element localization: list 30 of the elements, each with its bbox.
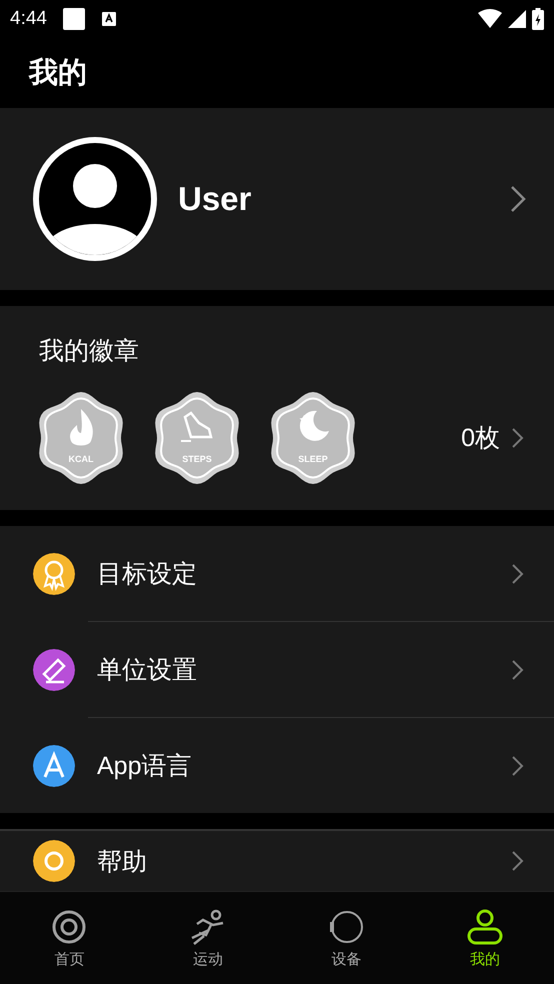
menu-label: 帮助	[97, 846, 148, 878]
home-icon	[50, 908, 88, 946]
tab[interactable]: 运动	[138, 892, 277, 984]
avatar-icon	[32, 136, 158, 262]
keyboard-notification-icon	[100, 11, 117, 27]
menu-item[interactable]: 单位设置	[88, 621, 554, 717]
notification-icon	[62, 8, 85, 30]
tab[interactable]: 设备	[277, 892, 416, 984]
menu-label: 目标设定	[97, 559, 198, 590]
menu-item[interactable]: 帮助	[0, 831, 554, 891]
battery-icon	[532, 8, 544, 30]
tab[interactable]: 我的	[416, 892, 554, 984]
me-icon	[466, 908, 504, 946]
menu-label: App语言	[97, 751, 192, 782]
menu-label: 单位设置	[97, 655, 198, 686]
profile-card[interactable]: User	[0, 108, 554, 290]
chevron-icon	[510, 184, 526, 213]
wifi-icon	[478, 9, 502, 29]
menu-item[interactable]: 目标设定	[0, 526, 554, 621]
section-title: 我的徽章	[39, 334, 140, 367]
tab[interactable]: 首页	[0, 892, 138, 984]
user-name: User	[178, 180, 252, 218]
badge-count-link[interactable]: 0枚	[461, 421, 526, 454]
badge-label: STEPS	[182, 454, 212, 464]
page-title: 我的	[29, 54, 87, 91]
badge-label: SLEEP	[298, 454, 328, 464]
badge-label: KCAL	[68, 454, 94, 464]
status-time: 4:44	[10, 8, 47, 30]
signal-icon	[508, 10, 526, 28]
menu-item[interactable]: App语言	[88, 717, 554, 813]
